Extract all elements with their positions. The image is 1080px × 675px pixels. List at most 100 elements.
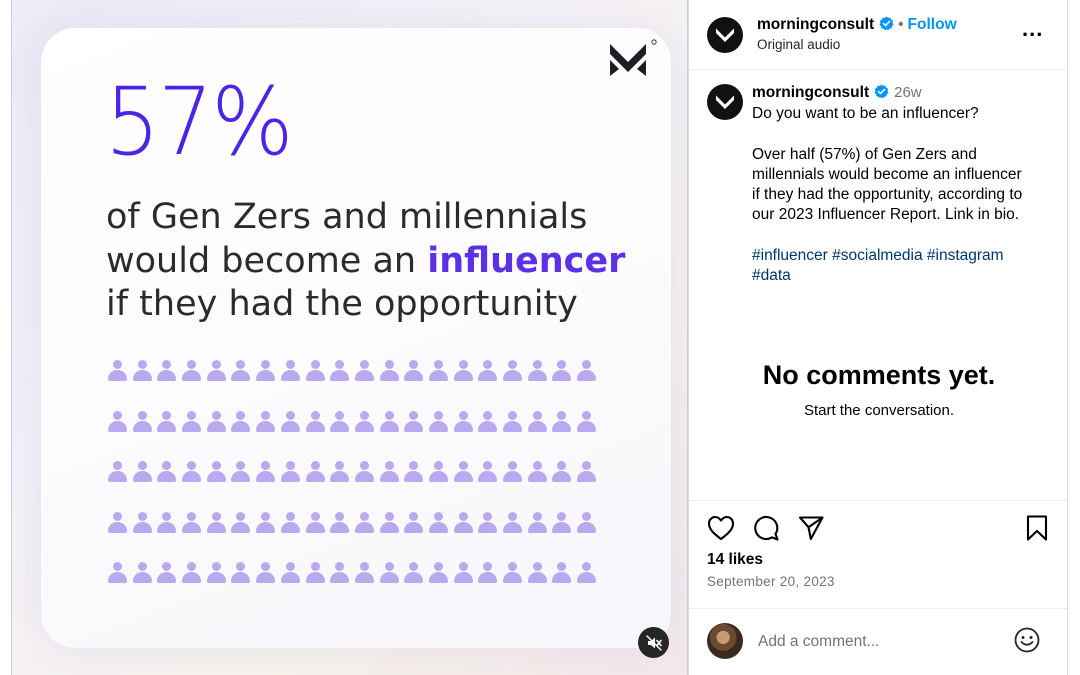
person-icon [107,562,128,584]
person-icon [305,360,326,382]
person-icon [354,410,375,433]
person-icon [576,410,597,433]
person-icon [280,511,301,534]
caption-line: if they had the opportunity, according t… [752,186,1023,203]
empty-comments-subtitle: Start the conversation. [803,402,955,419]
emoji-icon[interactable] [1014,627,1040,653]
people-row [107,562,607,584]
caption-username-row: morningconsult 26w [752,84,922,102]
original-audio-link[interactable]: Original audio [757,37,840,52]
caption-author-avatar[interactable] [707,84,743,120]
caption-line: millennials would become an influencer [752,166,1022,183]
person-icon [576,461,597,483]
person-icon [156,461,177,483]
caption-line: Over half (57%) of Gen Zers and [752,146,977,163]
person-icon [156,410,177,433]
person-icon [230,410,251,433]
share-icon[interactable] [797,514,825,542]
person-icon [502,410,523,433]
person-icon [181,461,202,483]
post-header: morningconsult • Follow Original audio ... [689,0,1069,70]
person-icon [551,511,572,534]
person-icon [107,511,128,534]
person-icon [428,562,449,584]
person-icon [527,461,548,483]
headline-line-3: if they had the opportunity [106,284,578,324]
sidebar-right-border [1067,0,1068,675]
person-icon [502,562,523,584]
comment-input[interactable] [758,630,998,654]
caption-username[interactable]: morningconsult [752,84,869,101]
people-row [107,461,607,483]
speaker-muted-icon [645,634,662,651]
comment-icon[interactable] [752,514,780,542]
header-separator: • [898,16,904,33]
verified-badge-icon [879,16,894,31]
person-icon [329,461,350,483]
person-icon [230,461,251,483]
headline-line-1: of Gen Zers and millennials [106,197,588,237]
people-row [107,511,607,534]
person-icon [477,360,498,382]
person-icon [354,511,375,534]
morningconsult-avatar-logo [716,28,734,42]
person-icon [305,410,326,433]
morningconsult-avatar-logo [716,95,734,109]
person-icon [255,360,276,382]
headline-accent-word: influencer [427,240,626,281]
person-icon [576,360,597,382]
person-icon [403,562,424,584]
person-icon [305,461,326,483]
person-icon [280,410,301,433]
post-date[interactable]: September 20, 2023 [707,574,835,589]
person-icon [379,562,400,584]
person-icon [255,562,276,584]
person-icon [156,511,177,534]
likes-count[interactable]: 14 likes [707,551,763,569]
person-icon [230,360,251,382]
people-row [107,410,607,433]
person-icon [181,410,202,433]
mute-toggle-button[interactable] [638,627,669,658]
person-icon [428,461,449,483]
person-icon [132,410,153,433]
follow-button[interactable]: Follow [908,16,957,33]
caption-hashtags[interactable]: #influencer #socialmedia #instagram [752,246,1004,266]
person-icon [379,410,400,433]
person-icon [379,511,400,534]
bookmark-icon[interactable] [1025,514,1049,542]
people-row [107,360,607,382]
person-icon [453,511,474,534]
morningconsult-logo [610,39,657,76]
person-icon [551,360,572,382]
caption-hashtag-data[interactable]: #data [752,266,791,286]
person-icon [527,562,548,584]
person-icon [551,410,572,433]
post-time-ago[interactable]: 26w [894,84,922,101]
verified-badge-icon [874,84,889,99]
person-icon [329,562,350,584]
person-icon [107,410,128,433]
person-icon [502,461,523,483]
person-icon [477,461,498,483]
person-icon [206,360,227,382]
person-icon [477,511,498,534]
person-icon [329,511,350,534]
person-icon [403,410,424,433]
person-icon [230,511,251,534]
heart-icon[interactable] [707,515,735,541]
person-icon [576,562,597,584]
person-icon [329,410,350,433]
person-icon [206,461,227,483]
author-avatar[interactable] [707,17,743,53]
more-options-button[interactable]: ... [1022,18,1048,44]
person-icon [354,562,375,584]
header-username[interactable]: morningconsult [757,16,874,33]
person-icon [280,562,301,584]
person-icon [453,562,474,584]
people-icon-grid [107,360,607,613]
person-icon [305,562,326,584]
reel-media[interactable]: 57% of Gen Zers and millennials would be… [11,0,688,675]
person-icon [255,410,276,433]
person-icon [230,562,251,584]
